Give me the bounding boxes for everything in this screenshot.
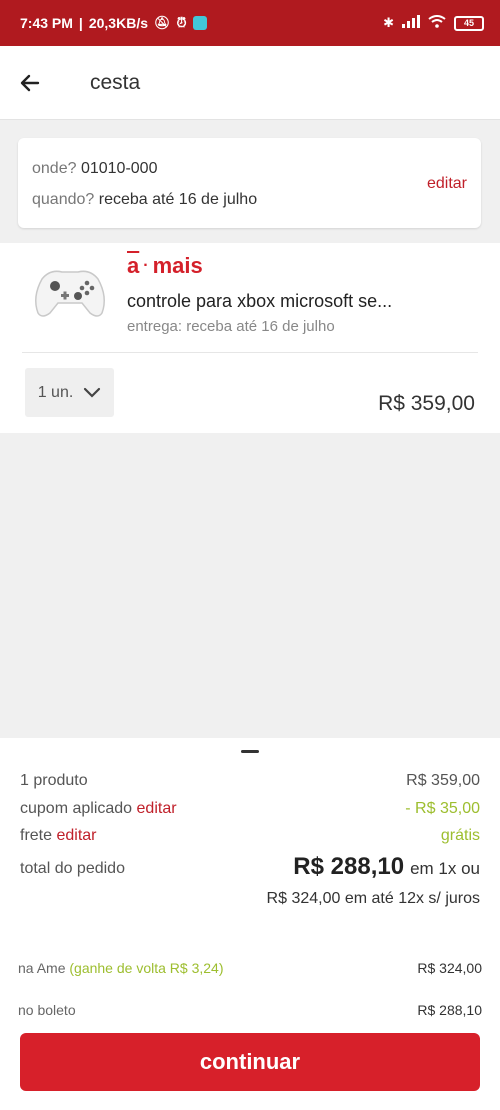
total-amount: R$ 288,10 em 1x ou — [293, 853, 480, 881]
delivery-address-card: onde? 01010-000 quando? receba até 16 de… — [18, 138, 481, 228]
shipping-row: frete editar grátis — [20, 827, 480, 845]
when-label: quando? — [32, 191, 95, 208]
back-button[interactable] — [0, 46, 60, 120]
products-value: R$ 359,00 — [406, 772, 480, 789]
edit-shipping-link[interactable]: editar — [56, 827, 96, 844]
ame-value: R$ 324,00 — [417, 960, 482, 976]
zip-code: 01010-000 — [80, 160, 158, 177]
product-delivery: entrega: receba até 16 de julho — [127, 318, 335, 335]
boleto-value: R$ 288,10 — [417, 1002, 482, 1018]
address-where-row: onde? 01010-000 — [32, 160, 157, 178]
total-label: total do pedido — [20, 860, 125, 877]
cart-item: a · mais controle para xbox microsoft se… — [0, 243, 500, 433]
product-image[interactable] — [28, 257, 112, 327]
seller-logo: a · mais — [127, 253, 203, 278]
order-summary-sheet: 1 produto R$ 359,00 cupom aplicado edita… — [0, 738, 500, 1110]
products-label: 1 produto — [20, 772, 88, 789]
app-icon — [192, 16, 207, 30]
chevron-down-icon — [84, 387, 101, 398]
alarm-icon: ⏰︎ — [176, 15, 187, 30]
continue-button[interactable]: continuar — [20, 1033, 480, 1091]
wifi-icon — [428, 15, 446, 31]
ame-payment-row: na Ame (ganhe de volta R$ 3,24) R$ 324,0… — [18, 960, 482, 976]
battery-icon: 45 — [454, 15, 484, 31]
coupon-value: - R$ 35,00 — [405, 800, 480, 817]
signal-icon — [402, 15, 420, 31]
product-name[interactable]: controle para xbox microsoft se... — [127, 291, 392, 312]
where-label: onde? — [32, 160, 77, 177]
edit-coupon-link[interactable]: editar — [137, 800, 177, 817]
installments-text: R$ 324,00 em até 12x s/ juros — [266, 890, 480, 907]
ame-cashback: (ganhe de volta R$ 3,24) — [69, 960, 224, 976]
delivery-date: receba até 16 de julho — [98, 191, 258, 208]
app-header: cesta — [0, 46, 500, 120]
products-row: 1 produto R$ 359,00 — [20, 772, 480, 790]
shipping-value: grátis — [440, 827, 480, 844]
coupon-label: cupom aplicado — [20, 800, 133, 817]
ame-label: na Ame — [18, 960, 66, 976]
divider — [22, 352, 478, 353]
sheet-handle[interactable] — [241, 750, 259, 753]
address-when-row: quando? receba até 16 de julho — [32, 191, 257, 209]
edit-address-link[interactable]: editar — [427, 175, 467, 193]
coupon-row: cupom aplicado editar - R$ 35,00 — [20, 800, 480, 818]
total-value: R$ 288,10 — [293, 853, 405, 880]
status-speed: 20,3KB/s — [88, 15, 148, 31]
shipping-label: frete — [20, 827, 53, 844]
quantity-value: 1 un. — [37, 383, 74, 401]
quantity-select[interactable]: 1 un. — [25, 368, 114, 417]
boleto-payment-row: no boleto R$ 288,10 — [18, 1002, 482, 1018]
bluetooth-icon: ✱ — [383, 15, 394, 30]
mute-icon: 🔕︎ — [154, 15, 171, 30]
page-title: cesta — [90, 70, 141, 94]
status-bar: 7:43 PM | 20,3KB/s 🔕︎ ⏰︎ ✱ 45 — [0, 0, 500, 46]
arrow-left-icon — [20, 74, 40, 91]
total-suffix: em 1x ou — [410, 859, 480, 878]
product-price: R$ 359,00 — [378, 392, 475, 415]
boleto-label: no boleto — [18, 1002, 76, 1018]
status-time: 7:43 PM — [20, 15, 73, 31]
